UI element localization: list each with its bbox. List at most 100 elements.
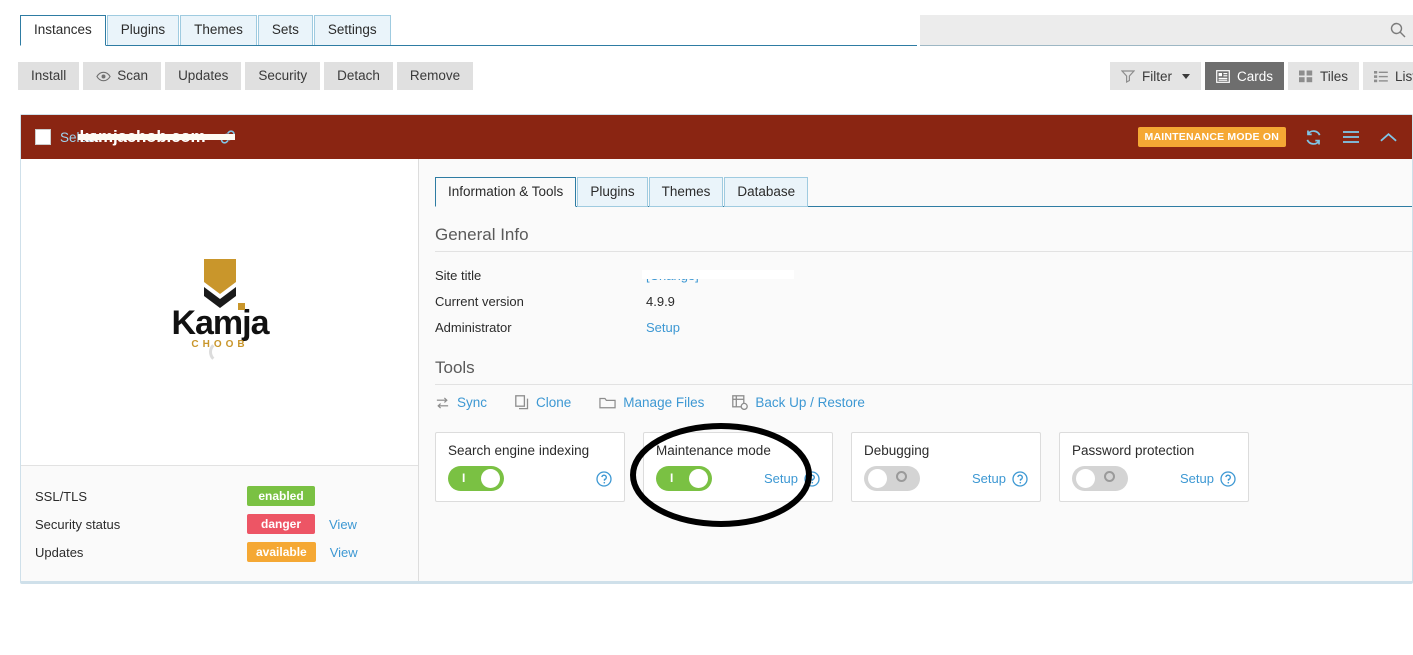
security-view-link[interactable]: View [329, 517, 357, 532]
toggle-knob [689, 469, 708, 488]
view-controls: Filter Cards Tiles Lis [1106, 62, 1413, 90]
help-icon[interactable] [1220, 470, 1236, 487]
clone-icon [515, 395, 529, 410]
instance-header-right: MAINTENANCE MODE ON [1137, 127, 1398, 147]
tile-title-search-indexing: Search engine indexing [448, 443, 590, 458]
kamja-logo: Kamja CHOOB [162, 257, 278, 352]
tile-right-search-indexing [596, 470, 612, 487]
eye-icon [96, 71, 111, 82]
select-checkbox[interactable] [35, 129, 51, 145]
install-button[interactable]: Install [18, 62, 80, 90]
toggle-search-engine-indexing[interactable]: I [448, 466, 504, 491]
tools-divider [435, 384, 1412, 385]
tile-search-engine-indexing: Search engine indexing I [435, 432, 625, 502]
toggle-off-mark [1104, 471, 1115, 482]
subtab-themes[interactable]: Themes [648, 177, 724, 207]
status-label-updates: Updates [35, 544, 84, 560]
tile-password-protection: Password protection Setup [1059, 432, 1249, 502]
chevron-up-icon[interactable] [1379, 131, 1398, 144]
view-cards-button[interactable]: Cards [1204, 62, 1284, 90]
remove-button[interactable]: Remove [396, 62, 474, 90]
info-value-current-version: 4.9.9 [646, 293, 675, 309]
refresh-icon[interactable] [1304, 128, 1323, 147]
instance-card-header: Select kamjachob.com MAINTENANCE MODE ON [21, 115, 1412, 159]
tool-backup-restore[interactable]: Back Up / Restore [732, 395, 865, 410]
view-tiles-button[interactable]: Tiles [1287, 62, 1359, 90]
tool-clone-label: Clone [536, 395, 572, 410]
tab-instances[interactable]: Instances [20, 15, 106, 46]
instance-right-pane: Information & Tools Plugins Themes Datab… [419, 159, 1412, 581]
tool-manage-files[interactable]: Manage Files [599, 395, 704, 410]
info-label-administrator: Administrator [435, 319, 512, 335]
instance-domain-label[interactable]: kamjachob.com [80, 127, 206, 147]
subtab-information-tools[interactable]: Information & Tools [435, 177, 577, 207]
loading-spinner [208, 341, 231, 363]
view-list-label: List [1394, 68, 1413, 84]
general-info-title: General Info [435, 225, 529, 244]
link-icon[interactable] [219, 129, 237, 145]
tool-sync-label: Sync [457, 395, 488, 410]
security-button[interactable]: Security [245, 62, 321, 90]
tool-clone[interactable]: Clone [515, 395, 571, 410]
toggle-knob [868, 469, 887, 488]
instance-sub-tabs: Information & Tools Plugins Themes Datab… [435, 177, 1412, 207]
main-tabs: Instances Plugins Themes Sets Settings [20, 15, 392, 46]
updates-view-link[interactable]: View [330, 545, 358, 560]
action-toolbar: Install Scan Updates Security Detach Rem… [0, 46, 1413, 96]
info-value-site-title: [Change] [642, 268, 794, 283]
search-input[interactable] [920, 15, 1413, 45]
filter-button[interactable]: Filter [1109, 62, 1201, 90]
password-protection-setup-link[interactable]: Setup [1180, 471, 1214, 486]
toggle-maintenance-mode[interactable]: I [656, 466, 712, 491]
view-cards-label: Cards [1236, 68, 1273, 84]
site-title-redaction-bar [642, 269, 794, 279]
status-row-security: Security status danger View [21, 510, 418, 538]
tab-settings[interactable]: Settings [313, 15, 391, 46]
status-label-ssl: SSL/TLS [35, 488, 88, 504]
folder-icon [599, 396, 616, 410]
toggle-on-mark: I [670, 471, 674, 485]
subtab-database[interactable]: Database [724, 177, 809, 207]
tool-sync[interactable]: Sync [435, 395, 487, 410]
tab-themes[interactable]: Themes [180, 15, 257, 46]
feature-tiles: Search engine indexing I Maintenance mod… [435, 432, 1412, 502]
tools-title: Tools [435, 358, 475, 377]
toggle-password-protection[interactable] [1072, 466, 1128, 491]
detach-button[interactable]: Detach [324, 62, 393, 90]
tile-right-debugging: Setup [972, 470, 1028, 487]
help-icon[interactable] [1012, 470, 1028, 487]
tile-title-debugging: Debugging [864, 443, 930, 458]
tile-controls-maintenance-mode: I Setup [656, 466, 820, 491]
tab-plugins[interactable]: Plugins [106, 15, 180, 46]
remove-label: Remove [409, 68, 461, 83]
debugging-setup-link[interactable]: Setup [972, 471, 1006, 486]
tile-title-maintenance-mode: Maintenance mode [656, 443, 771, 458]
info-row-administrator: Administrator Setup [435, 314, 1412, 340]
subtab-plugins[interactable]: Plugins [577, 177, 648, 207]
search-box [920, 15, 1413, 46]
tool-manage-files-label: Manage Files [623, 395, 705, 410]
tab-sets[interactable]: Sets [257, 15, 313, 46]
status-badge-security: danger [247, 514, 315, 534]
updates-label: Updates [178, 68, 229, 83]
filter-label: Filter [1141, 68, 1172, 84]
chevron-down-icon [1181, 73, 1190, 79]
status-row-ssl: SSL/TLS enabled [21, 482, 418, 510]
administrator-setup-link[interactable]: Setup [646, 320, 680, 335]
help-icon[interactable] [804, 470, 820, 487]
toggle-off-mark [896, 471, 907, 482]
search-icon[interactable] [1389, 21, 1407, 39]
info-value-administrator: Setup [646, 320, 680, 335]
menu-icon[interactable] [1341, 129, 1361, 145]
list-icon [1373, 70, 1388, 83]
install-label: Install [31, 68, 67, 83]
view-list-button[interactable]: List [1362, 62, 1413, 90]
tool-backup-restore-label: Back Up / Restore [755, 395, 865, 410]
help-icon[interactable] [596, 470, 612, 487]
instance-status-list: SSL/TLS enabled Security status danger V… [21, 465, 418, 581]
updates-button[interactable]: Updates [165, 62, 242, 90]
status-badge-ssl: enabled [247, 486, 315, 506]
maintenance-setup-link[interactable]: Setup [764, 471, 798, 486]
scan-button[interactable]: Scan [83, 62, 162, 90]
toggle-debugging[interactable] [864, 466, 920, 491]
